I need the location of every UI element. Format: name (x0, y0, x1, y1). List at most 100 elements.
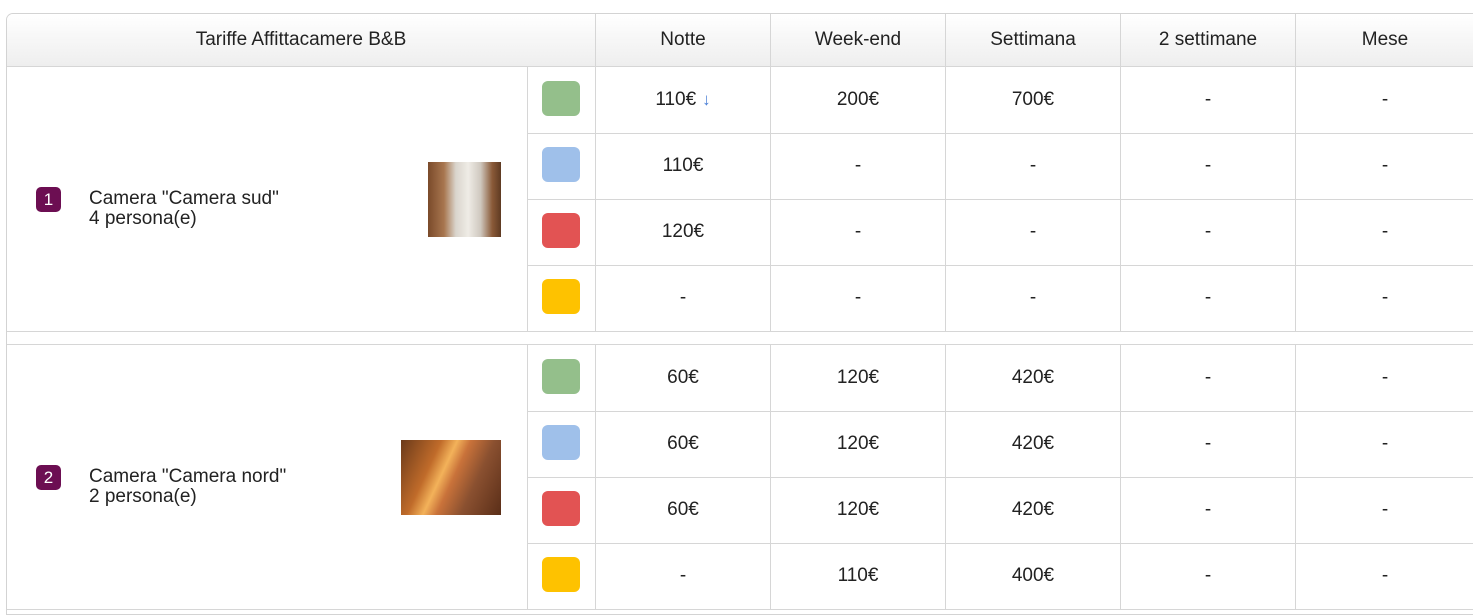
rate-cell: 120€ (771, 477, 945, 543)
rate-cell: - (1121, 265, 1295, 331)
rate-value: - (1204, 89, 1212, 110)
rate-value: - (1029, 221, 1037, 242)
header-divider (770, 14, 771, 66)
room-capacity: 4 persona(e) (89, 208, 197, 229)
rate-value: - (1381, 499, 1389, 520)
room-photo-thumbnail[interactable] (428, 162, 501, 237)
rate-value: - (1204, 499, 1212, 520)
rate-cell: - (1121, 199, 1295, 265)
rate-value: - (1381, 221, 1389, 242)
rate-value: 120€ (836, 367, 880, 388)
room-number-badge: 1 (36, 187, 61, 212)
rate-value: 110€ (662, 155, 704, 176)
rate-value: - (679, 287, 687, 308)
rate-cell: - (1121, 411, 1295, 477)
rate-cell: - (946, 265, 1120, 331)
table-header: Tariffe Affittacamere B&B Notte Week-end… (7, 14, 1473, 67)
rate-value: - (1381, 155, 1389, 176)
rate-color-swatch (542, 213, 580, 248)
rate-value: 60€ (667, 433, 699, 454)
rate-cell: - (771, 133, 945, 199)
rate-value: 120€ (836, 499, 880, 520)
column-header-settimana: Settimana (990, 29, 1076, 50)
rate-value: 120€ (836, 433, 880, 454)
rate-cell: 120€ (771, 345, 945, 411)
rate-value: - (854, 287, 862, 308)
rate-cell: 200€ (771, 67, 945, 133)
rate-value: 400€ (1011, 565, 1055, 586)
rate-color-swatch (542, 147, 580, 182)
rate-color-swatch (542, 557, 580, 592)
rate-value: - (1029, 287, 1037, 308)
rate-value: 700€ (1011, 89, 1055, 110)
rate-value: - (1204, 367, 1212, 388)
rate-cell: - (1296, 265, 1473, 331)
rate-cell: 60€ (596, 345, 770, 411)
rate-color-swatch (542, 491, 580, 526)
rate-cell: - (1296, 411, 1473, 477)
rate-value: - (1381, 433, 1389, 454)
header-divider (595, 14, 596, 66)
rate-cell: - (596, 265, 770, 331)
room-name[interactable]: Camera "Camera nord" (89, 467, 286, 487)
room-photo-thumbnail[interactable] (401, 440, 501, 515)
room-name[interactable]: Camera "Camera sud" (89, 189, 279, 209)
rate-cell: - (1121, 345, 1295, 411)
rate-cell: - (1296, 345, 1473, 411)
rate-cell: - (1296, 477, 1473, 543)
rate-cell: - (771, 199, 945, 265)
rate-cell: 110€ (596, 133, 770, 199)
rate-cell: - (1121, 477, 1295, 543)
rate-cell: - (1296, 543, 1473, 609)
rate-value: - (854, 221, 862, 242)
rate-value: - (1204, 155, 1212, 176)
rate-value: - (854, 155, 862, 176)
arrow-down-icon[interactable]: ↓ (702, 90, 711, 109)
rate-color-swatch (542, 279, 580, 314)
rate-cell: 60€ (596, 477, 770, 543)
rate-value: - (1204, 287, 1212, 308)
rate-cell: - (946, 133, 1120, 199)
rate-value: - (1381, 367, 1389, 388)
rate-value: 110€ (837, 565, 879, 586)
rate-color-swatch (542, 81, 580, 116)
room-divider (7, 331, 1473, 332)
rate-cell: - (1121, 67, 1295, 133)
rate-value: 420€ (1011, 433, 1055, 454)
rate-cell: 700€ (946, 67, 1120, 133)
rate-value: 420€ (1011, 499, 1055, 520)
column-header-week-end: Week-end (814, 29, 902, 50)
rate-value: - (679, 565, 687, 586)
header-divider (1120, 14, 1121, 66)
rate-color-swatch (542, 359, 580, 394)
room-name-link[interactable]: Camera "Camera nord" 2 persona(e) (89, 467, 286, 507)
rate-value: 60€ (667, 499, 699, 520)
rate-cell: 420€ (946, 345, 1120, 411)
rate-cell: - (771, 265, 945, 331)
rate-value: - (1029, 155, 1037, 176)
rate-cell: - (1296, 133, 1473, 199)
room-name-link[interactable]: Camera "Camera sud" 4 persona(e) (89, 189, 279, 229)
rate-cell: 120€ (596, 199, 770, 265)
rate-cell: 420€ (946, 411, 1120, 477)
column-header-2-settimane: 2 settimane (1158, 29, 1258, 50)
rate-cell: - (1296, 199, 1473, 265)
rate-cell: - (596, 543, 770, 609)
rate-value: 110€ (655, 89, 697, 110)
room-number-badge: 2 (36, 465, 61, 490)
rates-table: Tariffe Affittacamere B&B Notte Week-end… (6, 13, 1473, 615)
table-title: Tariffe Affittacamere B&B (195, 29, 407, 50)
rate-value: 60€ (667, 367, 699, 388)
rate-cell: 110€ (771, 543, 945, 609)
room-divider (7, 609, 1473, 610)
rate-color-swatch (542, 425, 580, 460)
rate-cell: 400€ (946, 543, 1120, 609)
column-header-mese: Mese (1361, 29, 1409, 50)
rate-cell: 60€ (596, 411, 770, 477)
rate-cell: - (1121, 543, 1295, 609)
rate-cell: 420€ (946, 477, 1120, 543)
room-capacity: 2 persona(e) (89, 486, 197, 507)
rate-value: 120€ (661, 221, 705, 242)
rate-value: - (1204, 221, 1212, 242)
column-header-notte: Notte (660, 29, 706, 50)
